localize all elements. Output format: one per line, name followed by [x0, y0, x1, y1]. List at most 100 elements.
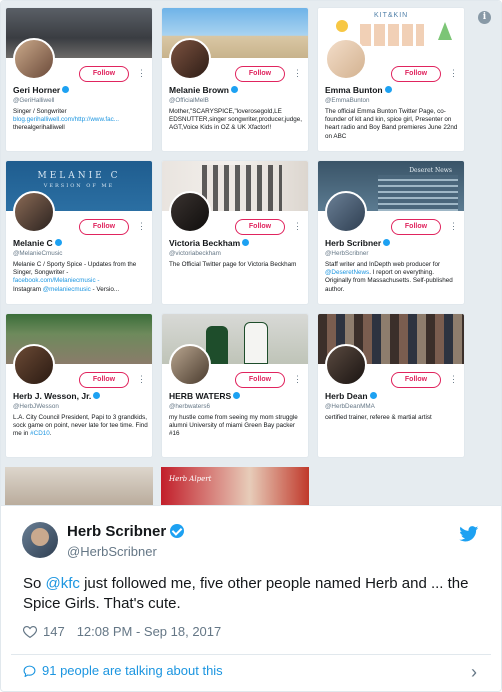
avatar[interactable]: [325, 344, 367, 386]
follow-button[interactable]: Follow: [235, 372, 285, 388]
profile-name[interactable]: Herb J. Wesson, Jr.: [13, 391, 101, 401]
info-icon[interactable]: i: [478, 11, 491, 24]
profile-card[interactable]: KIT&KIN Follow ⋮ Emma Bunton @EmmaBunton…: [317, 7, 465, 152]
follow-button[interactable]: Follow: [235, 66, 285, 82]
profile-name[interactable]: Melanie C: [13, 238, 62, 248]
profile-handle: @MelanieCmusic: [13, 250, 63, 257]
avatar[interactable]: [325, 38, 367, 80]
more-icon[interactable]: ⋮: [449, 66, 458, 80]
banner-title: KIT&KIN: [374, 12, 409, 19]
profile-banner-partial: Herb Alpert: [161, 467, 309, 505]
twitter-bird-icon[interactable]: [459, 526, 479, 542]
verified-badge-icon: [54, 239, 62, 246]
profile-handle: @OfficialMelB: [169, 97, 209, 104]
verified-badge-icon: [62, 86, 70, 93]
profile-handle: @herbwaters6: [169, 403, 211, 410]
follow-button[interactable]: Follow: [79, 66, 129, 82]
heart-icon[interactable]: [23, 625, 37, 638]
profile-bio: Staff writer and InDepth web producer fo…: [325, 261, 453, 293]
avatar[interactable]: [13, 38, 55, 80]
profile-name[interactable]: Emma Bunton: [325, 85, 392, 95]
profile-name[interactable]: Herb Dean: [325, 391, 377, 401]
profile-card[interactable]: Follow ⋮ Herb Dean @HerbDeanMMA certifie…: [317, 313, 465, 458]
verified-badge-icon: [233, 392, 241, 399]
profile-handle: @HerbJWesson: [13, 403, 59, 410]
chevron-right-icon[interactable]: ›: [471, 662, 477, 683]
profile-card[interactable]: Follow ⋮ Geri Horner @GeriHalliwell Sing…: [5, 7, 153, 152]
bio-mention[interactable]: @melaniecmusic: [43, 286, 91, 293]
follow-button[interactable]: Follow: [79, 219, 129, 235]
profile-card[interactable]: Follow ⋮ Herb J. Wesson, Jr. @HerbJWesso…: [5, 313, 153, 458]
profile-handle: @EmmaBunton: [325, 97, 370, 104]
more-icon[interactable]: ⋮: [449, 219, 458, 233]
verified-badge-icon: [383, 239, 391, 246]
follow-button[interactable]: Follow: [391, 219, 441, 235]
profile-name[interactable]: Victoria Beckham: [169, 238, 250, 248]
avatar[interactable]: [13, 191, 55, 233]
verified-badge-icon: [242, 239, 250, 246]
verified-badge-icon: [230, 86, 238, 93]
more-icon[interactable]: ⋮: [293, 372, 302, 386]
author-name[interactable]: Herb Scribner: [67, 523, 185, 540]
profile-bio: Melanie C / Sporty Spice - Updates from …: [13, 261, 137, 293]
avatar[interactable]: [13, 344, 55, 386]
profile-card[interactable]: MELANIE C VERSION OF ME Follow ⋮ Melanie…: [5, 160, 153, 305]
follow-button[interactable]: Follow: [391, 66, 441, 82]
profile-bio: The official Emma Bunton Twitter Page, c…: [325, 108, 458, 140]
avatar[interactable]: [169, 38, 211, 80]
author-avatar[interactable]: [22, 522, 58, 558]
author-handle[interactable]: @HerbScribner: [67, 544, 157, 559]
like-count[interactable]: 147: [43, 624, 65, 639]
tweet-text: So @kfc just followed me, five other peo…: [23, 575, 469, 612]
profile-handle: @GeriHalliwell: [13, 97, 55, 104]
profile-banner-partial: [5, 467, 153, 505]
profile-bio: The Official Twitter page for Victoria B…: [169, 261, 297, 268]
tweet-mention[interactable]: @kfc: [46, 575, 80, 592]
avatar[interactable]: [325, 191, 367, 233]
banner-title: MELANIE C: [37, 171, 121, 181]
baby-figures: [360, 24, 424, 46]
verified-badge-icon: [369, 392, 377, 399]
profile-card[interactable]: Follow ⋮ Victoria Beckham @victoriabeckh…: [161, 160, 309, 305]
profile-name[interactable]: Herb Scribner: [325, 238, 391, 248]
more-icon[interactable]: ⋮: [137, 66, 146, 80]
divider: [11, 654, 491, 655]
more-icon[interactable]: ⋮: [137, 372, 146, 386]
bio-link[interactable]: blog.gerihalliwell.com/http://www.fac...: [13, 116, 119, 123]
bio-hashtag[interactable]: #CD10: [30, 430, 50, 437]
profile-card[interactable]: Follow ⋮ Melanie Brown @OfficialMelB Mot…: [161, 7, 309, 152]
more-icon[interactable]: ⋮: [293, 66, 302, 80]
tweet-timestamp[interactable]: 12:08 PM - Sep 18, 2017: [77, 624, 222, 639]
tweet-footer: Herb Scribner @HerbScribner So @kfc just…: [1, 505, 501, 691]
profile-bio: certified trainer, referee & martial art…: [325, 414, 432, 421]
tweet-meta: 147 12:08 PM - Sep 18, 2017: [23, 624, 221, 639]
profile-bio: Singer / Songwriter blog.gerihalliwell.c…: [13, 108, 120, 132]
profile-name[interactable]: Geri Horner: [13, 85, 70, 95]
avatar[interactable]: [169, 191, 211, 233]
profile-bio: L.A. City Council President, Papi to 3 g…: [13, 414, 148, 438]
follow-button[interactable]: Follow: [391, 372, 441, 388]
profile-handle: @HerbScribner: [325, 250, 369, 257]
profile-card[interactable]: Follow ⋮ HERB WATERS @herbwaters6 my hus…: [161, 313, 309, 458]
profile-handle: @victoriabeckham: [169, 250, 221, 257]
follow-button[interactable]: Follow: [235, 219, 285, 235]
bio-link[interactable]: facebook.com/Melaniecmusic -: [13, 277, 99, 284]
tree-icon: [438, 22, 452, 40]
profile-card[interactable]: Deseret News Follow ⋮ Herb Scribner @Her…: [317, 160, 465, 305]
verified-badge-icon: [170, 524, 185, 538]
more-icon[interactable]: ⋮: [293, 219, 302, 233]
follow-button[interactable]: Follow: [79, 372, 129, 388]
profile-name[interactable]: HERB WATERS: [169, 391, 241, 401]
bio-mention[interactable]: @DeseretNews: [325, 269, 369, 276]
verified-badge-icon: [93, 392, 101, 399]
more-icon[interactable]: ⋮: [137, 219, 146, 233]
sun-icon: [336, 20, 348, 32]
tweet-image[interactable]: i Follow ⋮ Geri Horner @GeriHalliwell Si…: [1, 1, 501, 505]
embedded-tweet: i Follow ⋮ Geri Horner @GeriHalliwell Si…: [0, 0, 502, 692]
more-icon[interactable]: ⋮: [449, 372, 458, 386]
group-figures: [202, 165, 282, 211]
conversation-link[interactable]: 91 people are talking about this: [23, 663, 223, 678]
profile-name[interactable]: Melanie Brown: [169, 85, 238, 95]
avatar[interactable]: [169, 344, 211, 386]
profile-bio: my hustle come from seeing my mom strugg…: [169, 414, 298, 438]
